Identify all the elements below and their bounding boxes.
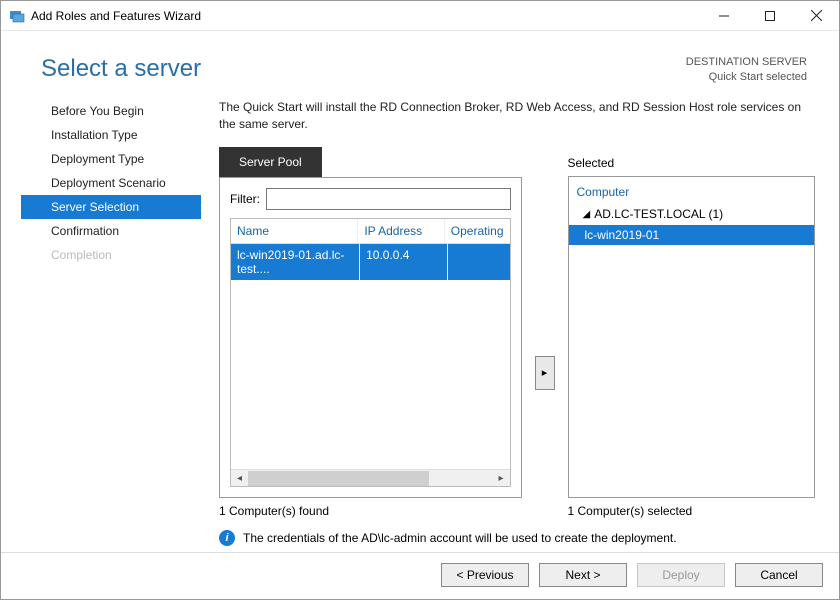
server-pool-column: Server Pool Filter: Name IP Address Oper…: [219, 147, 522, 498]
computers-selected-text: 1 Computer(s) selected: [568, 504, 816, 518]
cell-os: [448, 244, 510, 280]
wizard-body: Before You Begin Installation Type Deplo…: [1, 93, 839, 552]
horizontal-scrollbar[interactable]: ◂ ▸: [231, 469, 510, 486]
col-header-os[interactable]: Operating: [445, 219, 510, 243]
destination-server-label: DESTINATION SERVER: [686, 55, 807, 70]
info-text: The credentials of the AD\lc-admin accou…: [243, 531, 677, 545]
nav-confirmation[interactable]: Confirmation: [21, 219, 201, 243]
col-header-ip[interactable]: IP Address: [358, 219, 444, 243]
server-manager-icon: [9, 8, 25, 24]
wizard-footer: < Previous Next > Deploy Cancel: [1, 552, 839, 599]
nav-deployment-type[interactable]: Deployment Type: [21, 147, 201, 171]
info-icon: i: [219, 530, 235, 546]
scroll-thumb[interactable]: [248, 471, 429, 486]
next-button[interactable]: Next >: [539, 563, 627, 587]
selected-column: Selected Computer ◢ AD.LC-TEST.LOCAL (1)…: [568, 147, 816, 498]
computers-found-text: 1 Computer(s) found: [219, 504, 522, 518]
wizard-steps-nav: Before You Begin Installation Type Deplo…: [21, 93, 201, 552]
server-pool-tab[interactable]: Server Pool: [219, 147, 322, 177]
wizard-window: Add Roles and Features Wizard Select a s…: [0, 0, 840, 600]
tree-computer-node[interactable]: lc-win2019-01: [569, 225, 815, 245]
wizard-header: Select a server DESTINATION SERVER Quick…: [1, 31, 839, 93]
table-empty-area: [231, 280, 510, 469]
server-pool-table: Name IP Address Operating lc-win2019-01.…: [230, 218, 511, 487]
cancel-button[interactable]: Cancel: [735, 563, 823, 587]
filter-label: Filter:: [230, 192, 260, 206]
window-title: Add Roles and Features Wizard: [31, 9, 201, 23]
move-column: ▸: [534, 147, 556, 498]
previous-button[interactable]: < Previous: [441, 563, 529, 587]
add-to-selected-button[interactable]: ▸: [535, 356, 555, 390]
maximize-button[interactable]: [747, 1, 793, 31]
nav-server-selection[interactable]: Server Selection: [21, 195, 201, 219]
scroll-left-icon[interactable]: ◂: [231, 470, 248, 487]
triangle-right-icon: ▸: [542, 366, 548, 379]
server-pool-box: Filter: Name IP Address Operating lc-win…: [219, 177, 522, 498]
table-row[interactable]: lc-win2019-01.ad.lc-test.... 10.0.0.4: [231, 244, 510, 280]
nav-completion: Completion: [21, 243, 201, 267]
close-button[interactable]: [793, 1, 839, 31]
cell-name: lc-win2019-01.ad.lc-test....: [231, 244, 360, 280]
nav-installation-type[interactable]: Installation Type: [21, 123, 201, 147]
window-controls: [701, 1, 839, 31]
cell-ip: 10.0.0.4: [360, 244, 448, 280]
deploy-button: Deploy: [637, 563, 725, 587]
caret-down-icon: ◢: [583, 209, 591, 220]
selected-column-header[interactable]: Computer: [569, 183, 815, 205]
count-row: 1 Computer(s) found 1 Computer(s) select…: [219, 498, 815, 518]
info-row: i The credentials of the AD\lc-admin acc…: [219, 518, 815, 552]
minimize-button[interactable]: [701, 1, 747, 31]
page-title: Select a server: [41, 55, 201, 85]
filter-row: Filter:: [230, 188, 511, 210]
tree-domain-label: AD.LC-TEST.LOCAL (1): [594, 207, 723, 221]
server-pool-table-header: Name IP Address Operating: [231, 219, 510, 244]
server-selection-grid: Server Pool Filter: Name IP Address Oper…: [219, 147, 815, 498]
selected-box: Computer ◢ AD.LC-TEST.LOCAL (1) lc-win20…: [568, 176, 816, 498]
destination-server-block: DESTINATION SERVER Quick Start selected: [686, 55, 807, 85]
nav-before-you-begin[interactable]: Before You Begin: [21, 99, 201, 123]
selected-label: Selected: [568, 147, 816, 176]
nav-deployment-scenario[interactable]: Deployment Scenario: [21, 171, 201, 195]
wizard-content: The Quick Start will install the RD Conn…: [201, 93, 839, 552]
filter-input[interactable]: [266, 188, 511, 210]
tree-domain-node[interactable]: ◢ AD.LC-TEST.LOCAL (1): [569, 205, 815, 223]
scroll-right-icon[interactable]: ▸: [493, 470, 510, 487]
titlebar: Add Roles and Features Wizard: [1, 1, 839, 31]
col-header-name[interactable]: Name: [231, 219, 358, 243]
intro-text: The Quick Start will install the RD Conn…: [219, 99, 815, 134]
destination-server-value: Quick Start selected: [686, 70, 807, 85]
